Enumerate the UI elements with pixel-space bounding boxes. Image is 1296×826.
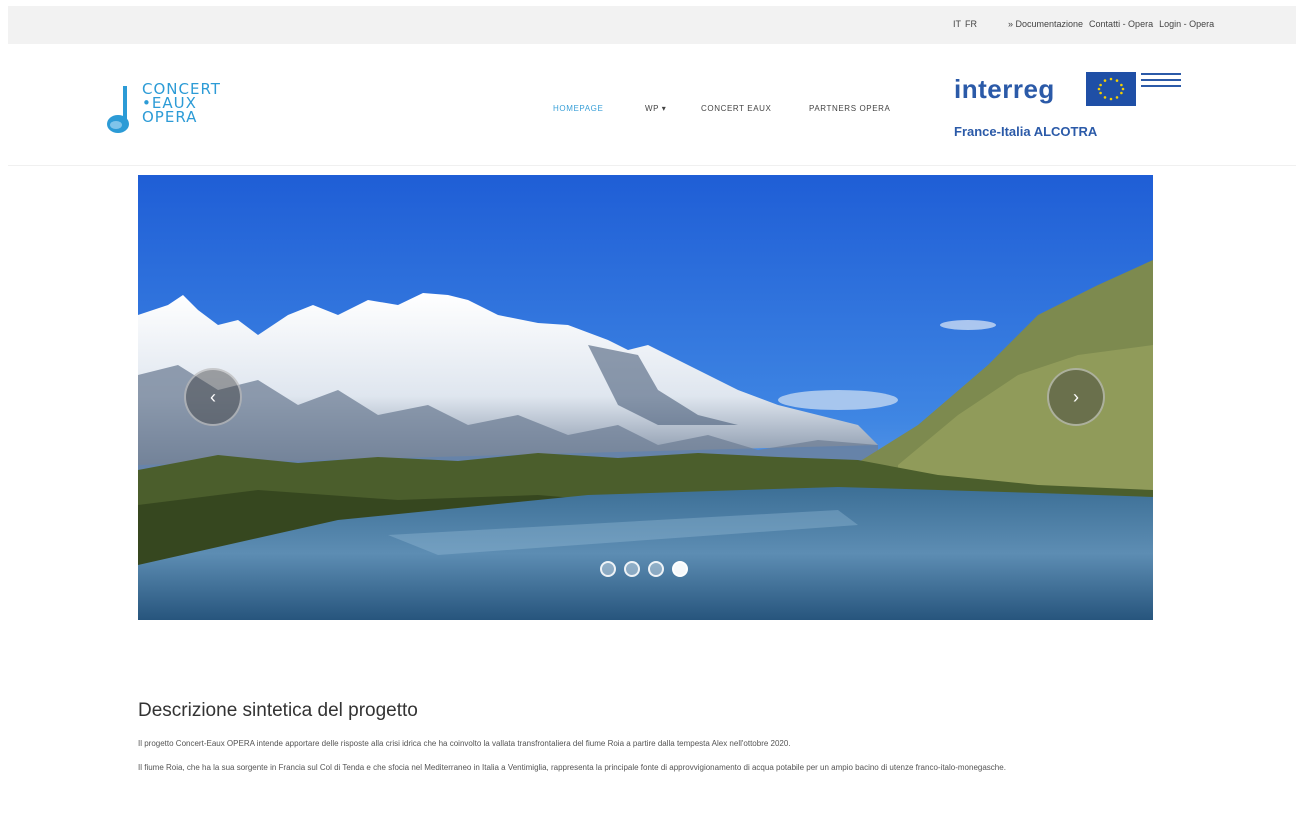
- lang-fr-link[interactable]: FR: [965, 19, 977, 29]
- slider-dot-4[interactable]: [672, 561, 688, 577]
- main-nav: HOMEPAGE WP ▾ CONCERT EAUX PARTNERS OPER…: [553, 104, 890, 113]
- language-switcher: IT FR: [953, 19, 977, 29]
- contacts-link[interactable]: Contatti - Opera: [1089, 19, 1153, 29]
- interreg-wordmark: interreg: [954, 74, 1055, 104]
- top-utility-bar: IT FR » Documentazione Contatti - Opera …: [8, 6, 1296, 44]
- nav-wp-dropdown[interactable]: WP ▾: [645, 104, 701, 113]
- nav-partners-opera[interactable]: PARTNERS OPERA: [809, 104, 890, 113]
- lang-it-link[interactable]: IT: [953, 19, 961, 29]
- description-paragraph-2: Il fiume Roia, che ha la sua sorgente in…: [138, 763, 1006, 772]
- nav-homepage[interactable]: HOMEPAGE: [553, 104, 645, 113]
- music-note-drop-icon: [107, 86, 129, 133]
- slider-next-button[interactable]: ›: [1047, 368, 1105, 426]
- mountain-lake-image: [138, 175, 1153, 620]
- site-header: CONCERT •EAUX OPERA HOMEPAGE WP ▾ CONCER…: [8, 44, 1296, 166]
- eu-flag-icon: [1086, 72, 1136, 106]
- slider-pagination: [600, 561, 688, 577]
- nav-concert-eaux[interactable]: CONCERT EAUX: [701, 104, 809, 113]
- slider-prev-button[interactable]: ‹: [184, 368, 242, 426]
- concert-eaux-logo[interactable]: CONCERT •EAUX OPERA: [106, 80, 256, 140]
- project-description-section: Descrizione sintetica del progetto Il pr…: [138, 700, 1153, 782]
- logo-line-3: OPERA: [142, 108, 198, 126]
- slider-dot-3[interactable]: [648, 561, 664, 577]
- slider-dot-1[interactable]: [600, 561, 616, 577]
- interreg-program-name: France-Italia ALCOTRA: [954, 124, 1098, 139]
- description-paragraph-1: Il progetto Concert-Eaux OPERA intende a…: [138, 739, 791, 748]
- section-heading: Descrizione sintetica del progetto: [138, 700, 418, 721]
- utility-links: » Documentazione Contatti - Opera Login …: [1008, 19, 1214, 29]
- login-link[interactable]: Login - Opera: [1159, 19, 1214, 29]
- eu-fund-caption: [1141, 73, 1189, 91]
- slider-dot-2[interactable]: [624, 561, 640, 577]
- logo-wordmark: CONCERT •EAUX OPERA: [142, 82, 221, 126]
- documentation-link[interactable]: » Documentazione: [1008, 19, 1083, 29]
- hero-slider[interactable]: ‹ ›: [138, 175, 1153, 620]
- interreg-logo: interreg France-Italia ALCOTRA: [954, 68, 1214, 148]
